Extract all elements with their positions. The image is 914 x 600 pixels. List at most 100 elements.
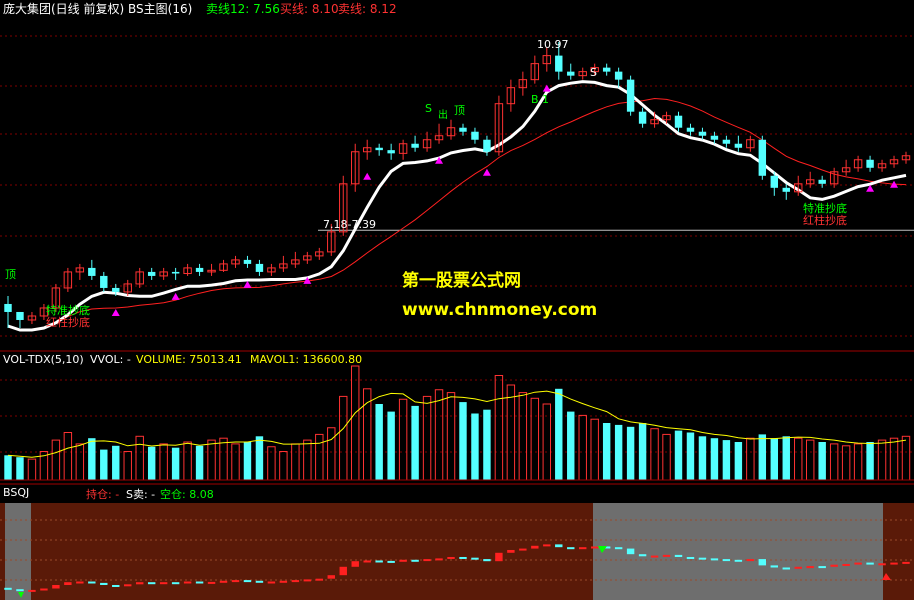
bsqj-bar <box>435 558 443 561</box>
bsqj-bar <box>519 548 527 551</box>
bsqj-bar <box>854 562 862 565</box>
candle-body <box>710 135 719 140</box>
candle-body <box>626 79 635 112</box>
candle-body <box>698 131 707 136</box>
volume-bar <box>674 430 683 480</box>
bsqj-bar <box>722 559 731 562</box>
bsqj-bar <box>40 588 48 591</box>
volume-bar <box>626 426 635 480</box>
bsqj-bar <box>746 559 755 562</box>
bsqj-bar <box>279 580 288 583</box>
bsqj-bar <box>471 557 479 560</box>
bsqj-gray-zone <box>593 503 883 600</box>
bsqj-bar <box>638 554 647 557</box>
volume-bar <box>722 440 731 480</box>
candle-body <box>375 147 383 151</box>
volume-bar <box>794 437 803 481</box>
bsqj-bar <box>423 559 431 562</box>
bsqj-bar <box>650 555 659 558</box>
bsqj-bar <box>902 561 910 564</box>
bsqj-bar <box>770 565 779 568</box>
volume-bar <box>339 395 348 481</box>
buy-signal-triangle <box>243 280 252 288</box>
bsqj-bar <box>387 560 395 563</box>
candle-body <box>243 259 252 264</box>
volume-bar <box>853 443 863 481</box>
volume-bar <box>578 414 587 481</box>
candle-body <box>674 115 683 128</box>
volume-bar <box>483 409 491 480</box>
candle-body <box>866 159 874 168</box>
candle-body <box>147 271 156 276</box>
bsqj-bar <box>267 581 276 584</box>
candle-body <box>88 267 96 276</box>
buy-signal-triangle <box>482 168 491 176</box>
volume-bar <box>207 439 216 481</box>
volume-bar <box>243 442 252 480</box>
bsqj-bar <box>579 547 587 550</box>
candle-body <box>459 127 467 132</box>
candle-body <box>758 139 767 176</box>
bsqj-bar <box>16 589 24 592</box>
bsqj-bar <box>674 554 683 557</box>
buy-signal-triangle <box>542 84 551 92</box>
candle-body <box>782 187 790 192</box>
volume-bar <box>530 397 540 481</box>
volume-bar <box>398 398 408 481</box>
candle-body <box>567 71 575 76</box>
volume-bar <box>770 438 779 480</box>
bsqj-bar <box>555 544 563 548</box>
candle-body <box>638 111 647 124</box>
bsqj-bar <box>626 548 635 555</box>
candle-body <box>614 71 623 80</box>
bsqj-bar <box>339 566 347 576</box>
bsqj-bar <box>327 575 335 579</box>
candle-body <box>602 67 611 72</box>
volume-bar <box>542 403 552 481</box>
bsqj-bar <box>686 556 695 559</box>
volume-bar <box>255 436 264 480</box>
bsqj-bar <box>52 584 60 589</box>
volume-bar <box>746 437 755 481</box>
bsqj-bar <box>231 580 240 583</box>
candle-body <box>16 311 24 320</box>
bsqj-bar <box>171 582 180 585</box>
bsqj-bar <box>878 563 886 566</box>
volume-bar <box>434 389 444 481</box>
bsqj-bar <box>4 587 12 590</box>
bsqj-bar <box>590 546 599 549</box>
volume-bar <box>219 437 228 481</box>
bsqj-bar <box>351 561 359 567</box>
volume-bar <box>806 439 815 481</box>
volume-bar <box>422 395 432 481</box>
bsqj-bar <box>88 581 96 584</box>
volume-bar <box>590 418 599 481</box>
volume-bar <box>171 447 180 480</box>
bsqj-bar <box>447 556 455 559</box>
volume-bar <box>829 443 839 481</box>
volume-bar <box>135 435 144 481</box>
volume-bar <box>614 424 623 480</box>
volume-bar <box>279 451 288 481</box>
volume-bar <box>758 434 767 480</box>
volume-bar <box>88 438 96 480</box>
volume-bar <box>602 423 611 480</box>
white-moving-average <box>7 80 907 332</box>
candle-body <box>100 275 108 288</box>
volume-bar <box>877 439 887 481</box>
volume-bar <box>27 458 37 481</box>
candle-body <box>387 150 395 154</box>
volume-bar <box>446 392 456 481</box>
bsqj-bar <box>147 582 156 585</box>
bsqj-bar <box>782 567 790 570</box>
bsqj-bar <box>866 562 874 565</box>
volume-bar <box>638 423 647 480</box>
candle-body <box>686 127 695 132</box>
candle-body <box>734 143 743 148</box>
bsqj-bar <box>135 582 144 585</box>
volume-bar <box>411 405 419 480</box>
candle-body <box>255 263 264 272</box>
bsqj-bar <box>291 580 300 583</box>
bsqj-bar <box>890 562 898 565</box>
volume-bar <box>818 442 826 480</box>
